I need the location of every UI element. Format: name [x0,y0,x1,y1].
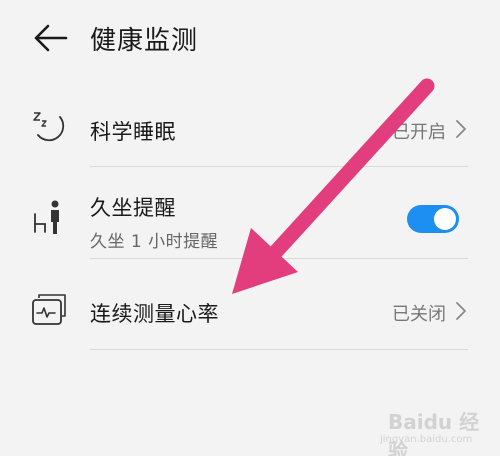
heart-rate-monitor-icon [32,294,66,325]
divider [90,349,468,350]
sedentary-row-title: 久坐提醒 [90,196,176,220]
page-title: 健康监测 [90,26,199,56]
heart-rate-row-status: 已关闭 [392,304,446,325]
watermark-brand: Baidu 经验 [388,410,480,456]
sedentary-reminder-toggle[interactable] [407,205,459,233]
health-monitoring-screen: 健康监测 科学睡眠 已开启 久坐提醒 久坐 1 小时提醒 连续测量心率 已关闭 … [0,0,500,456]
sedentary-row-subtitle: 久坐 1 小时提醒 [90,232,219,252]
divider [90,166,468,167]
heart-rate-row-title: 连续测量心率 [90,302,219,326]
toggle-knob [434,208,456,230]
back-arrow-icon[interactable] [30,22,70,54]
header: 健康监测 [0,0,500,80]
divider [90,258,468,259]
chevron-right-icon [456,120,466,138]
sleep-row-title: 科学睡眠 [90,120,176,144]
sedentary-person-icon [34,200,59,234]
baidu-watermark: Baidu 经验 jingyan.baidu.com [378,404,496,456]
continuous-heart-rate-row[interactable]: 连续测量心率 已关闭 [0,272,500,348]
sleep-moon-icon [33,112,65,142]
chevron-right-icon [456,302,466,320]
sleep-row-status: 已开启 [392,122,446,143]
sleep-row[interactable]: 科学睡眠 已开启 [0,92,500,166]
watermark-url: jingyan.baidu.com [380,434,473,445]
